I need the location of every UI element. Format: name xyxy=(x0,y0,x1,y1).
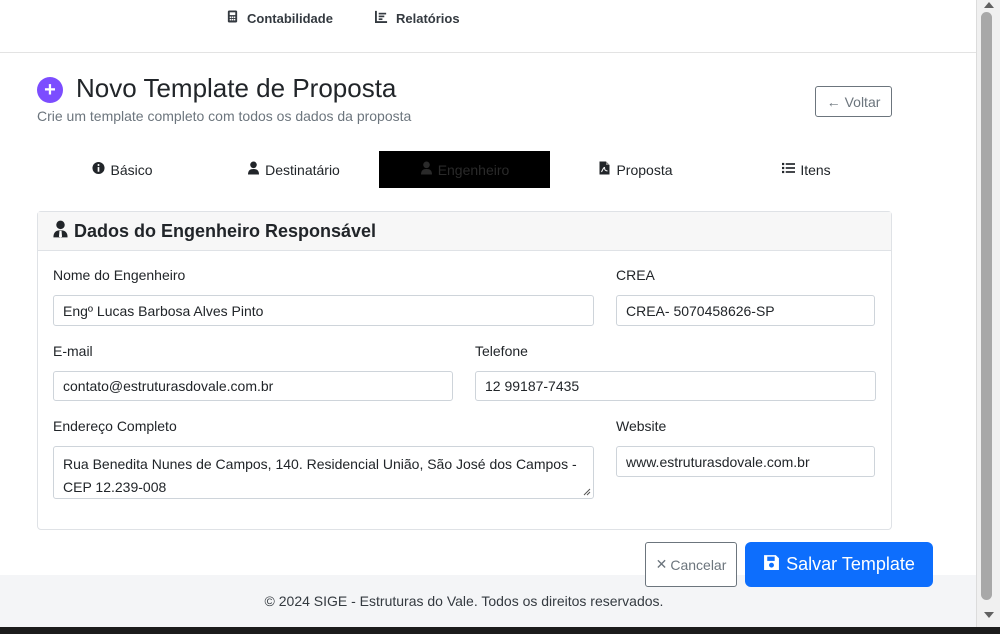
save-template-button[interactable]: Salvar Template xyxy=(745,542,933,587)
email-label: E-mail xyxy=(53,343,93,359)
top-navbar: Contabilidade Relatórios xyxy=(0,0,976,53)
page-title: Novo Template de Proposta xyxy=(76,73,397,103)
scrollbar-thumb[interactable] xyxy=(981,12,992,600)
tab-label: Proposta xyxy=(616,161,673,178)
page-subtitle: Crie um template completo com todos os d… xyxy=(37,108,412,124)
card-title: Dados do Engenheiro Responsável xyxy=(74,220,377,241)
tab-label: Engenheiro xyxy=(437,161,510,178)
tab-basico[interactable]: Básico xyxy=(37,151,208,188)
save-button-label: Salvar Template xyxy=(786,554,915,574)
tab-label: Básico xyxy=(110,161,153,178)
plus-circle-icon: + xyxy=(37,77,63,103)
arrow-left-icon: ← xyxy=(826,93,841,110)
user-tie-icon xyxy=(420,161,433,178)
info-circle-icon xyxy=(92,161,106,178)
scroll-down-icon[interactable] xyxy=(984,612,994,618)
endereco-text: Rua Benedita Nunes de Campos, 140. Resid… xyxy=(63,456,577,495)
nome-label: Nome do Engenheiro xyxy=(53,267,186,283)
tab-itens[interactable]: Itens xyxy=(721,151,892,188)
endereco-label: Endereço Completo xyxy=(53,418,177,434)
cancel-button[interactable]: ✕ Cancelar xyxy=(645,542,737,587)
nav-label: Contabilidade xyxy=(247,10,333,26)
window-bottom-edge xyxy=(0,627,1000,634)
nome-input[interactable]: Engº Lucas Barbosa Alves Pinto xyxy=(53,295,594,326)
chart-icon xyxy=(375,10,388,26)
back-button-label: Voltar xyxy=(844,93,881,110)
user-icon xyxy=(247,161,260,178)
tab-proposta[interactable]: Proposta xyxy=(550,151,721,188)
user-tie-icon xyxy=(52,220,69,243)
tab-label: Itens xyxy=(800,161,831,178)
telefone-input[interactable]: 12 99187-7435 xyxy=(475,371,876,401)
save-icon xyxy=(763,554,780,576)
nav-item-contabilidade[interactable]: Contabilidade xyxy=(226,10,333,26)
card-header: Dados do Engenheiro Responsável xyxy=(38,212,891,251)
back-button[interactable]: ← Voltar xyxy=(815,86,892,117)
list-icon xyxy=(782,161,796,178)
calculator-icon xyxy=(226,10,239,26)
tab-destinatario[interactable]: Destinatário xyxy=(208,151,379,188)
nav-item-relatorios[interactable]: Relatórios xyxy=(375,10,460,26)
nav-label: Relatórios xyxy=(396,10,460,26)
browser-viewport: Contabilidade Relatórios + Novo Template… xyxy=(0,0,976,627)
email-input[interactable]: contato@estruturasdovale.com.br xyxy=(53,371,453,401)
crea-input[interactable]: CREA- 5070458626-SP xyxy=(616,295,875,326)
tab-engenheiro[interactable]: Engenheiro xyxy=(379,151,550,188)
cancel-button-label: Cancelar xyxy=(670,556,727,573)
file-pdf-icon xyxy=(598,161,611,178)
vertical-scrollbar[interactable] xyxy=(976,0,1000,627)
website-label: Website xyxy=(616,418,667,434)
crea-label: CREA xyxy=(616,267,655,283)
close-icon: ✕ xyxy=(655,556,668,572)
endereco-textarea[interactable]: Rua Benedita Nunes de Campos, 140. Resid… xyxy=(53,446,594,499)
telefone-label: Telefone xyxy=(475,343,528,359)
footer-text: © 2024 SIGE - Estruturas do Vale. Todos … xyxy=(264,593,664,609)
resize-grip-icon[interactable] xyxy=(583,488,591,496)
tab-label: Destinatário xyxy=(265,161,340,178)
website-input[interactable]: www.estruturasdovale.com.br xyxy=(616,446,875,477)
scroll-up-icon[interactable] xyxy=(984,2,994,8)
